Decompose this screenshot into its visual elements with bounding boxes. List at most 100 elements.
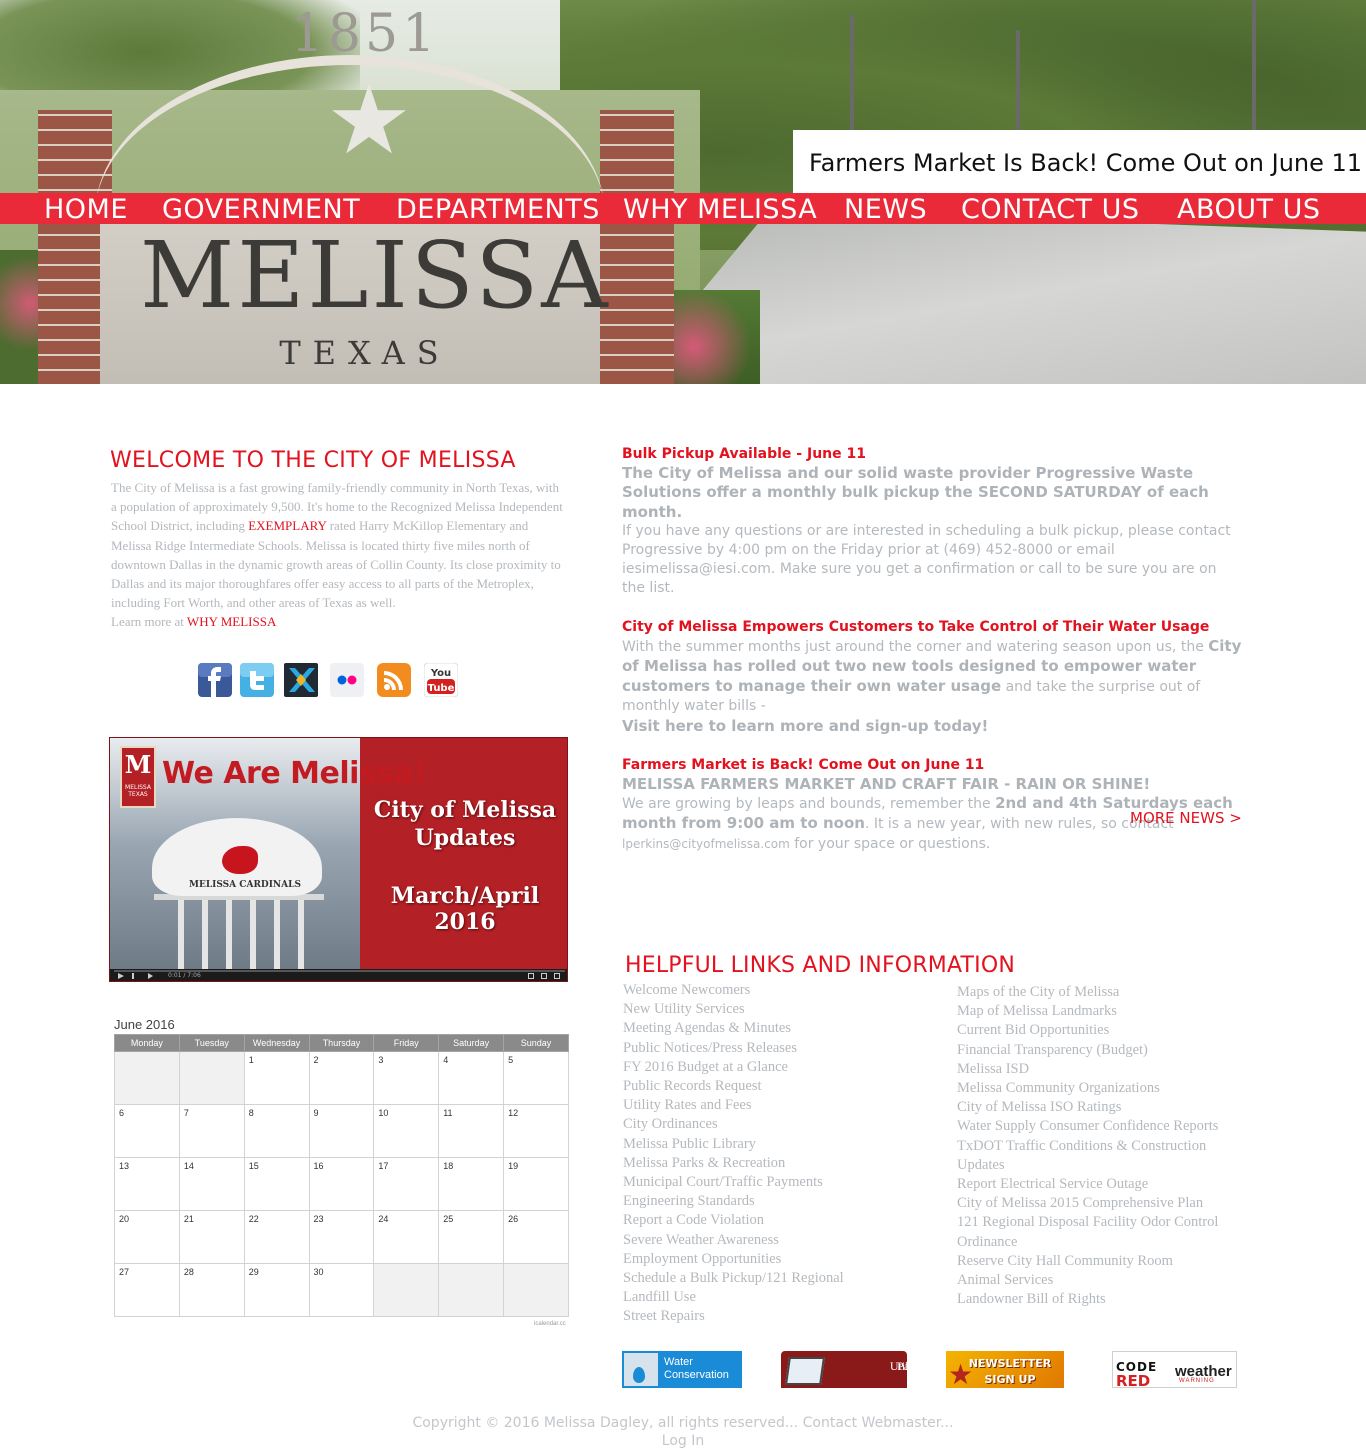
news-title[interactable]: Farmers Market is Back! Come Out on June… — [622, 756, 1242, 775]
calendar-day-cell[interactable]: 2 — [308, 1051, 375, 1105]
helpful-link[interactable]: New Utility Services — [623, 1000, 943, 1019]
calendar-day-cell[interactable] — [438, 1263, 505, 1317]
helpful-link[interactable]: 121 Regional Disposal Facility Odor Cont… — [957, 1213, 1247, 1251]
helpful-link[interactable]: Meeting Agendas & Minutes — [623, 1019, 943, 1038]
helpful-link[interactable]: Current Bid Opportunities — [957, 1021, 1247, 1040]
helpful-link[interactable]: Schedule a Bulk Pickup/121 Regional — [623, 1269, 943, 1288]
helpful-link[interactable]: Animal Services — [957, 1271, 1247, 1290]
helpful-link[interactable]: Melissa Public Library — [623, 1135, 943, 1154]
calendar-day-cell[interactable]: 18 — [438, 1157, 505, 1211]
twitter-icon[interactable] — [240, 663, 274, 697]
rss-icon[interactable] — [377, 663, 411, 697]
calendar-day-cell[interactable] — [178, 1051, 245, 1105]
theater-icon[interactable] — [541, 973, 547, 979]
calendar-day-cell[interactable]: 22 — [243, 1210, 310, 1264]
helpful-link[interactable]: Water Supply Consumer Confidence Reports — [957, 1117, 1247, 1136]
nav-about-us[interactable]: ABOUT US — [1177, 193, 1321, 225]
calendar-day-cell[interactable]: 24 — [373, 1210, 440, 1264]
helpful-link[interactable]: Utility Rates and Fees — [623, 1096, 943, 1115]
calendar-day-cell[interactable] — [503, 1263, 569, 1317]
helpful-link[interactable]: Welcome Newcomers — [623, 981, 943, 1000]
nav-departments[interactable]: DEPARTMENTS — [396, 193, 600, 225]
helpful-link[interactable]: Melissa ISD — [957, 1060, 1247, 1079]
water-conservation-button[interactable]: Water Conservation — [622, 1351, 742, 1388]
pay-utility-bill-button[interactable]: Pay MyUtility Bill — [781, 1351, 907, 1388]
helpful-link[interactable]: Reserve City Hall Community Room — [957, 1252, 1247, 1271]
calendar-day-cell[interactable]: 8 — [243, 1104, 310, 1158]
helpful-link[interactable]: FY 2016 Budget at a Glance — [623, 1058, 943, 1077]
news-title[interactable]: City of Melissa Empowers Customers to Ta… — [622, 618, 1242, 637]
next-icon[interactable] — [148, 973, 153, 979]
calendar-day-cell[interactable]: 14 — [178, 1157, 245, 1211]
settings-icon[interactable] — [528, 973, 534, 979]
play-icon[interactable] — [118, 973, 124, 979]
calendar-day-cell[interactable]: 27 — [114, 1263, 180, 1317]
calendar-day-cell[interactable]: 16 — [308, 1157, 375, 1211]
newsletter-signup-button[interactable]: ★ NEWSLETTER SIGN UP — [946, 1351, 1064, 1388]
calendar-day-cell[interactable]: 1 — [243, 1051, 310, 1105]
calendar-day-cell[interactable]: 29 — [243, 1263, 310, 1317]
calendar-day-cell[interactable]: 23 — [308, 1210, 375, 1264]
nav-home[interactable]: HOME — [44, 193, 128, 225]
helpful-link[interactable]: Public Notices/Press Releases — [623, 1039, 943, 1058]
calendar-day-cell[interactable] — [373, 1263, 440, 1317]
helpful-link[interactable]: City of Melissa 2015 Comprehensive Plan — [957, 1194, 1247, 1213]
copyright-text[interactable]: Copyright © 2016 Melissa Dagley, all rig… — [0, 1414, 1366, 1432]
helpful-link[interactable]: Maps of the City of Melissa — [957, 983, 1247, 1002]
login-link[interactable]: Log In — [0, 1432, 1366, 1450]
helpful-link[interactable]: Report a Code Violation — [623, 1211, 943, 1230]
calendar-day-cell[interactable]: 7 — [178, 1104, 245, 1158]
calendar-day-cell[interactable]: 3 — [373, 1051, 440, 1105]
news-email-link[interactable]: lperkins@cityofmelissa.com — [622, 837, 790, 851]
helpful-link[interactable]: Melissa Community Organizations — [957, 1079, 1247, 1098]
calendar-day-cell[interactable]: 20 — [114, 1210, 180, 1264]
nav-contact-us[interactable]: CONTACT US — [961, 193, 1140, 225]
calendar-credit[interactable]: icalendar.cc — [534, 1321, 566, 1327]
helpful-link[interactable]: City of Melissa ISO Ratings — [957, 1098, 1247, 1117]
helpful-link[interactable]: TxDOT Traffic Conditions & Construction … — [957, 1137, 1247, 1175]
helpful-link[interactable]: Landfill Use — [623, 1288, 943, 1307]
helpful-link[interactable]: Map of Melissa Landmarks — [957, 1002, 1247, 1021]
calendar-day-cell[interactable]: 28 — [178, 1263, 245, 1317]
calendar-day-cell[interactable]: 21 — [178, 1210, 245, 1264]
calendar-day-cell[interactable]: 19 — [503, 1157, 569, 1211]
helpful-link[interactable]: Street Repairs — [623, 1307, 943, 1326]
helpful-link[interactable]: Public Records Request — [623, 1077, 943, 1096]
code-red-button[interactable]: CODE RED weather WARNING — [1112, 1351, 1237, 1388]
helpful-link[interactable]: City Ordinances — [623, 1115, 943, 1134]
news-title[interactable]: Bulk Pickup Available - June 11 — [622, 445, 1242, 464]
nav-news[interactable]: NEWS — [844, 193, 927, 225]
helpful-link[interactable]: Landowner Bill of Rights — [957, 1290, 1247, 1309]
helpful-link[interactable]: Municipal Court/Traffic Payments — [623, 1173, 943, 1192]
more-news-link[interactable]: MORE NEWS > — [1130, 809, 1242, 827]
calendar-day-cell[interactable]: 4 — [438, 1051, 505, 1105]
youtube-icon[interactable]: You Tube — [424, 663, 458, 697]
why-melissa-link[interactable]: WHY MELISSA — [187, 614, 276, 629]
facebook-icon[interactable] — [198, 663, 232, 697]
helpful-link[interactable]: Report Electrical Service Outage — [957, 1175, 1247, 1194]
helpful-link[interactable]: Melissa Parks & Recreation — [623, 1154, 943, 1173]
announcement-banner[interactable]: Farmers Market Is Back! Come Out on June… — [793, 130, 1366, 193]
helpful-link[interactable]: Financial Transparency (Budget) — [957, 1041, 1247, 1060]
nextdoor-icon[interactable] — [284, 663, 318, 697]
calendar-day-cell[interactable]: 12 — [503, 1104, 569, 1158]
flickr-icon[interactable] — [330, 663, 364, 697]
calendar-day-cell[interactable]: 10 — [373, 1104, 440, 1158]
helpful-link[interactable]: Severe Weather Awareness — [623, 1231, 943, 1250]
calendar-day-cell[interactable]: 30 — [308, 1263, 375, 1317]
nav-government[interactable]: GOVERNMENT — [162, 193, 360, 225]
calendar-day-cell[interactable]: 25 — [438, 1210, 505, 1264]
calendar-day-cell[interactable]: 26 — [503, 1210, 569, 1264]
calendar-day-cell[interactable]: 6 — [114, 1104, 180, 1158]
pause-icon[interactable] — [132, 973, 134, 979]
helpful-link[interactable]: Engineering Standards — [623, 1192, 943, 1211]
exemplary-link[interactable]: EXEMPLARY — [248, 518, 326, 533]
nav-why-melissa[interactable]: WHY MELISSA — [623, 193, 817, 225]
news-signup-link[interactable]: Visit here to learn more and sign-up tod… — [622, 717, 988, 735]
calendar-day-cell[interactable] — [114, 1051, 180, 1105]
calendar-day-cell[interactable]: 15 — [243, 1157, 310, 1211]
calendar-day-cell[interactable]: 13 — [114, 1157, 180, 1211]
helpful-link[interactable]: Employment Opportunities — [623, 1250, 943, 1269]
calendar-day-cell[interactable]: 5 — [503, 1051, 569, 1105]
calendar-day-cell[interactable]: 11 — [438, 1104, 505, 1158]
